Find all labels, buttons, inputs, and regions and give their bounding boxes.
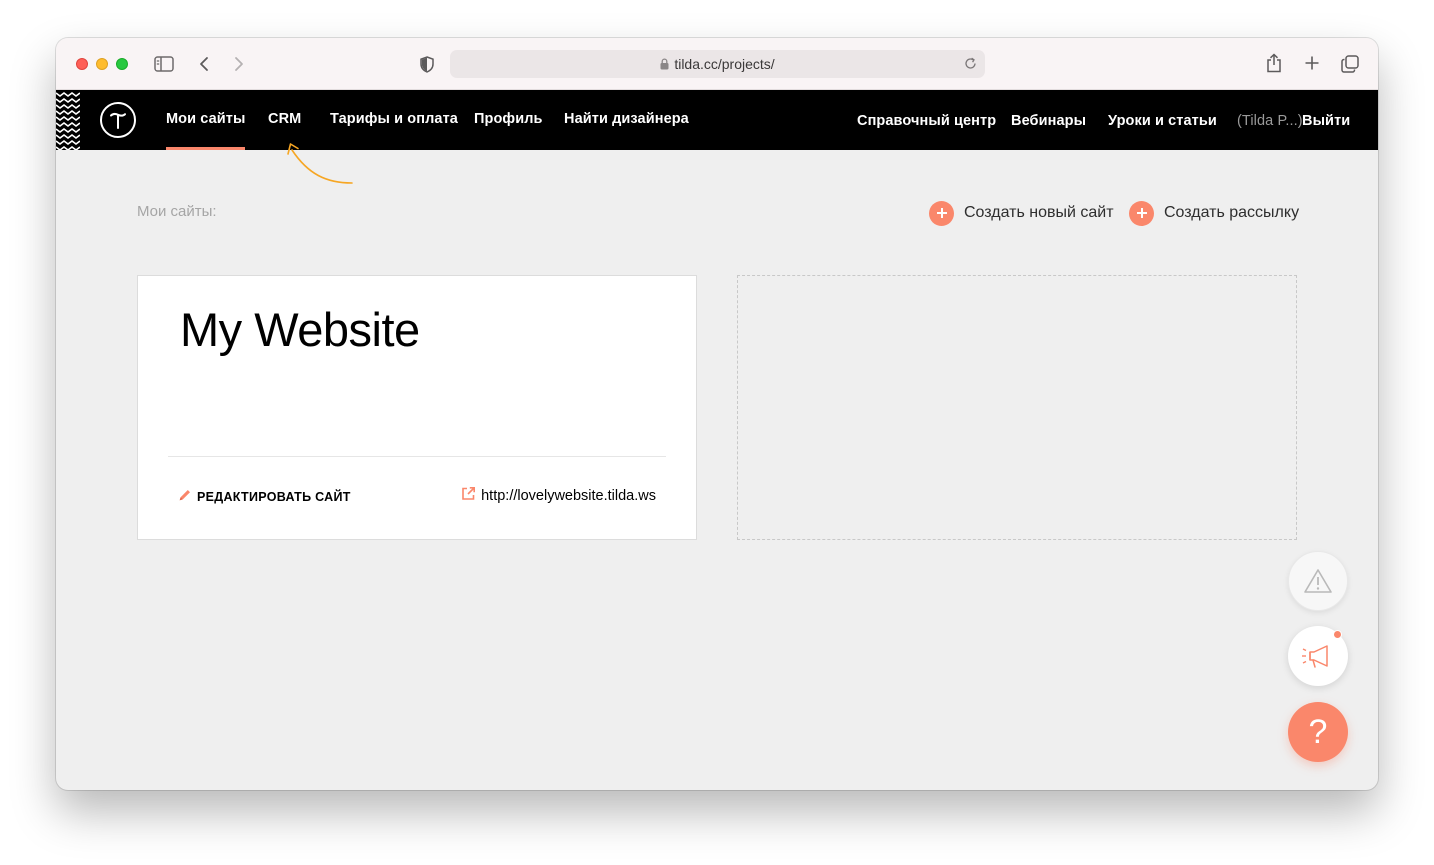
nav-profile[interactable]: Профиль bbox=[474, 90, 543, 150]
site-title[interactable]: My Website bbox=[180, 302, 420, 357]
tab-overview-icon[interactable] bbox=[1339, 53, 1361, 75]
empty-site-slot bbox=[737, 275, 1297, 540]
page-title: Мои сайты: bbox=[137, 203, 217, 220]
question-icon: ? bbox=[1308, 712, 1328, 751]
announcements-button[interactable] bbox=[1288, 626, 1348, 686]
sidebar-toggle-icon[interactable] bbox=[153, 54, 175, 74]
create-mailing-button[interactable]: Создать рассылку bbox=[1129, 200, 1299, 226]
external-link-icon bbox=[461, 486, 481, 505]
create-mailing-label: Создать рассылку bbox=[1164, 204, 1300, 221]
nav-my-sites[interactable]: Мои сайты bbox=[166, 90, 246, 150]
nav-find-designer[interactable]: Найти дизайнера bbox=[564, 90, 689, 150]
zigzag-pattern-icon bbox=[56, 92, 80, 150]
megaphone-icon bbox=[1302, 645, 1328, 668]
reload-icon[interactable] bbox=[964, 57, 977, 73]
zoom-window-button[interactable] bbox=[116, 58, 128, 70]
site-url-link[interactable]: http://lovelywebsite.tilda.ws bbox=[461, 486, 656, 505]
warning-button[interactable] bbox=[1288, 551, 1348, 611]
nav-user-name: (Tilda P...) bbox=[1237, 113, 1303, 129]
lock-icon bbox=[660, 58, 669, 70]
annotation-arrow-icon bbox=[287, 143, 353, 184]
logout-button[interactable]: Выйти bbox=[1302, 92, 1350, 152]
create-site-label: Создать новый сайт bbox=[964, 204, 1114, 221]
tilda-logo-icon[interactable] bbox=[100, 102, 136, 138]
address-url: tilda.cc/projects/ bbox=[674, 56, 775, 72]
plus-icon bbox=[1129, 200, 1154, 226]
nav-webinars[interactable]: Вебинары bbox=[1011, 92, 1086, 152]
address-bar[interactable]: tilda.cc/projects/ bbox=[450, 50, 985, 78]
plus-icon bbox=[929, 200, 954, 226]
pencil-icon bbox=[178, 488, 197, 505]
create-site-button[interactable]: Создать новый сайт bbox=[929, 200, 1114, 226]
site-url: http://lovelywebsite.tilda.ws bbox=[481, 487, 656, 504]
share-icon[interactable] bbox=[1264, 52, 1284, 74]
edit-site-label: РЕДАКТИРОВАТЬ САЙТ bbox=[197, 489, 351, 504]
nav-help-center[interactable]: Справочный центр bbox=[857, 92, 996, 152]
card-divider bbox=[168, 456, 666, 457]
minimize-window-button[interactable] bbox=[96, 58, 108, 70]
warning-icon bbox=[1304, 569, 1332, 593]
forward-icon[interactable] bbox=[231, 54, 247, 74]
back-icon[interactable] bbox=[196, 54, 212, 74]
privacy-shield-icon[interactable] bbox=[418, 54, 436, 74]
browser-window: tilda.cc/projects/ Мои сайты CRM Тарифы … bbox=[56, 38, 1378, 790]
notification-dot bbox=[1333, 630, 1342, 639]
edit-site-button[interactable]: РЕДАКТИРОВАТЬ САЙТ bbox=[178, 488, 351, 505]
top-navigation: Мои сайты CRM Тарифы и оплата Профиль На… bbox=[56, 90, 1378, 150]
new-tab-icon[interactable] bbox=[1302, 53, 1322, 73]
close-window-button[interactable] bbox=[76, 58, 88, 70]
nav-lessons[interactable]: Уроки и статьи bbox=[1108, 92, 1217, 152]
site-card[interactable]: My Website РЕДАКТИРОВАТЬ САЙТ http://lov… bbox=[137, 275, 697, 540]
help-button[interactable]: ? bbox=[1288, 702, 1348, 762]
browser-toolbar: tilda.cc/projects/ bbox=[56, 38, 1378, 90]
